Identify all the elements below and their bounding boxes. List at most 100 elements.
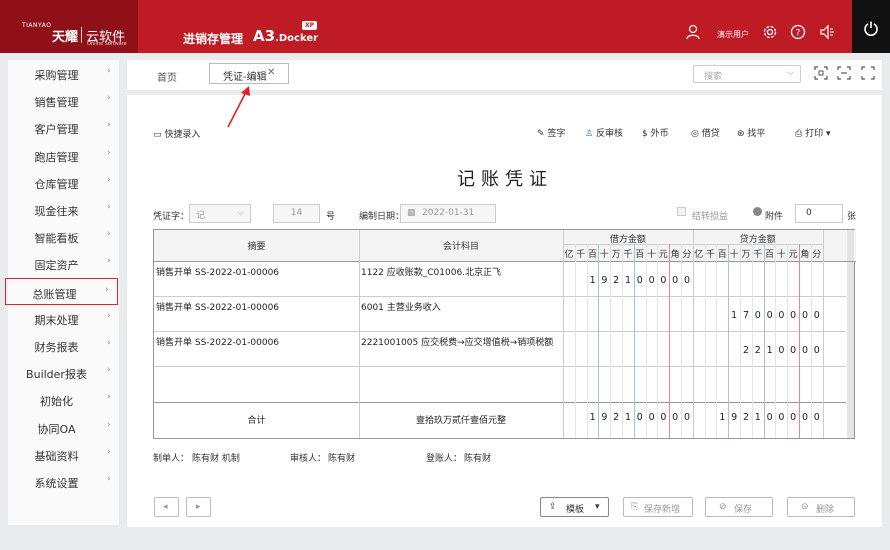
chevron-right-icon: › — [107, 419, 111, 430]
poster-label: 登账人： — [426, 454, 463, 464]
user-icon[interactable] — [686, 24, 700, 40]
row-summary: 销售开单 SS-2022-01-00006 — [156, 303, 280, 313]
sidebar-item[interactable]: 协同OA › — [8, 414, 119, 441]
date-input[interactable]: ▦ 2022-01-31 — [400, 204, 496, 223]
sidebar-item[interactable]: 基础资料 › — [8, 441, 119, 468]
amount-digit: 9 — [731, 412, 738, 423]
check-circle-icon: ⊘ — [719, 502, 727, 512]
sidebar-item-label: 智能看板 — [34, 232, 79, 246]
sidebar-item[interactable]: 现金往来 › — [8, 196, 119, 223]
col-line — [692, 230, 694, 438]
sidebar-item[interactable]: 初始化 › — [8, 386, 119, 413]
unit-header: 亿 — [564, 250, 574, 260]
power-button[interactable] — [852, 0, 890, 53]
digit-line — [598, 244, 600, 438]
carry-label: 结转损益 — [692, 212, 729, 222]
unaudit-button[interactable]: ♙ 反审核 — [585, 126, 623, 139]
voucher-word-select[interactable]: 记 ⌵ — [189, 204, 251, 223]
product-name: 进销存管理 — [183, 32, 244, 46]
chevron-right-icon: › — [107, 120, 111, 131]
sidebar-item[interactable]: 客户管理 › — [8, 114, 119, 141]
amount-digit: 9 — [601, 275, 608, 286]
sidebar-item[interactable]: 固定资产 › — [8, 250, 119, 277]
unaudit-label: 反审核 — [595, 129, 623, 139]
amount-digit: 0 — [754, 310, 761, 321]
digit-line — [574, 244, 576, 438]
close-icon[interactable]: ✕ — [267, 67, 275, 78]
gear-icon[interactable] — [762, 24, 778, 40]
carry-checkbox[interactable] — [677, 207, 686, 216]
digit-line — [657, 244, 659, 438]
auditor-value: 陈有财 — [328, 454, 356, 464]
sidebar-item[interactable]: 财务报表 › — [8, 332, 119, 359]
table-row[interactable] — [154, 366, 846, 401]
borrow-lend-button[interactable]: ◎ 借贷 — [691, 126, 720, 139]
chevron-right-icon: › — [105, 284, 109, 295]
chevron-right-icon: › — [107, 365, 111, 376]
save-button[interactable]: ⊘ 保存 — [705, 497, 773, 517]
unit-header: 分 — [812, 250, 822, 260]
sidebar-item[interactable]: 总账管理 › — [5, 277, 118, 305]
tab-voucher-edit[interactable]: 凭证-编辑 ✕ — [209, 63, 289, 84]
speaker-icon[interactable] — [819, 24, 835, 40]
attach-count-input[interactable]: 0 — [795, 204, 843, 223]
amount-digit: 9 — [601, 412, 608, 423]
print-button[interactable]: ⎙ 打印 ▾ — [795, 126, 830, 139]
sign-button[interactable]: ✎ 签字 — [537, 126, 565, 139]
search-select[interactable]: 搜索 ⌵ — [693, 65, 801, 83]
minimize-icon[interactable] — [837, 66, 851, 80]
next-button[interactable]: ▸ — [186, 497, 211, 517]
amount-digit: 0 — [636, 275, 643, 286]
sidebar-item[interactable]: 仓库管理 › — [8, 169, 119, 196]
sidebar-item[interactable]: 系统设置 › — [8, 468, 119, 495]
sidebar-item[interactable]: 采购管理 › — [8, 60, 119, 87]
chevron-right-icon: › — [107, 392, 111, 403]
attach-unit: 张 — [847, 212, 857, 222]
voucher-number-input[interactable]: 14 — [273, 204, 320, 223]
foreign-label: 外币 — [650, 129, 669, 139]
voucher-number-value: 14 — [290, 208, 303, 218]
help-icon[interactable]: ? — [790, 24, 806, 40]
amount-digit: 0 — [766, 310, 773, 321]
date-label: 编制日期： — [359, 212, 405, 222]
digit-line — [586, 244, 588, 438]
expand-icon[interactable] — [861, 66, 875, 80]
amount-digit: 0 — [660, 412, 667, 423]
chevron-right-icon: › — [107, 338, 111, 348]
delete-button[interactable]: ⊖ 删除 — [787, 497, 855, 517]
attach-radio[interactable] — [753, 207, 762, 216]
chevron-right-icon: › — [107, 256, 111, 267]
amount-digit: 2 — [754, 345, 761, 356]
foreign-currency-button[interactable]: $ 外币 — [642, 126, 669, 139]
fullscreen-icon[interactable] — [814, 66, 828, 80]
amount-digit: 0 — [648, 412, 655, 423]
row-account: 1122 应收账款_C01006.北京正飞 — [361, 268, 502, 278]
sidebar-item[interactable]: 智能看板 › — [8, 223, 119, 250]
digit-line — [751, 244, 753, 438]
sidebar-item[interactable]: Builder报表 › — [8, 359, 119, 386]
row-line — [154, 331, 846, 332]
caret-down-icon: ▾ — [595, 502, 600, 512]
save-new-label: 保存新增 — [644, 505, 681, 515]
balance-button[interactable]: ⊛ 找平 — [737, 126, 765, 139]
sidebar-item[interactable]: 期末处理 › — [8, 305, 119, 332]
save-new-icon: ⎘ — [631, 502, 639, 512]
user-name[interactable]: 演示用户 — [717, 29, 749, 40]
prev-button[interactable]: ◂ — [154, 497, 179, 517]
date-value: 2022-01-31 — [422, 208, 475, 218]
sidebar-item[interactable]: 跑店管理 › — [8, 142, 119, 169]
quick-entry-button[interactable]: ▭ 快捷录入 — [153, 127, 200, 140]
print-label: 打印 — [805, 129, 824, 139]
sidebar-item[interactable]: 销售管理 › — [8, 87, 119, 114]
save-new-button[interactable]: ⎘ 保存新增 — [623, 497, 693, 517]
template-label: 模板 — [566, 505, 585, 515]
col-line — [359, 230, 360, 438]
total-label: 合计 — [247, 416, 266, 426]
digit-line — [681, 244, 682, 438]
digit-line — [763, 244, 765, 438]
header-summary: 摘要 — [247, 242, 266, 252]
digit-line — [645, 244, 647, 438]
template-button[interactable]: ⇪ 模板 ▾ — [540, 497, 609, 517]
tab-home[interactable]: 首页 — [157, 69, 177, 84]
borrow-label: 借贷 — [701, 129, 720, 139]
